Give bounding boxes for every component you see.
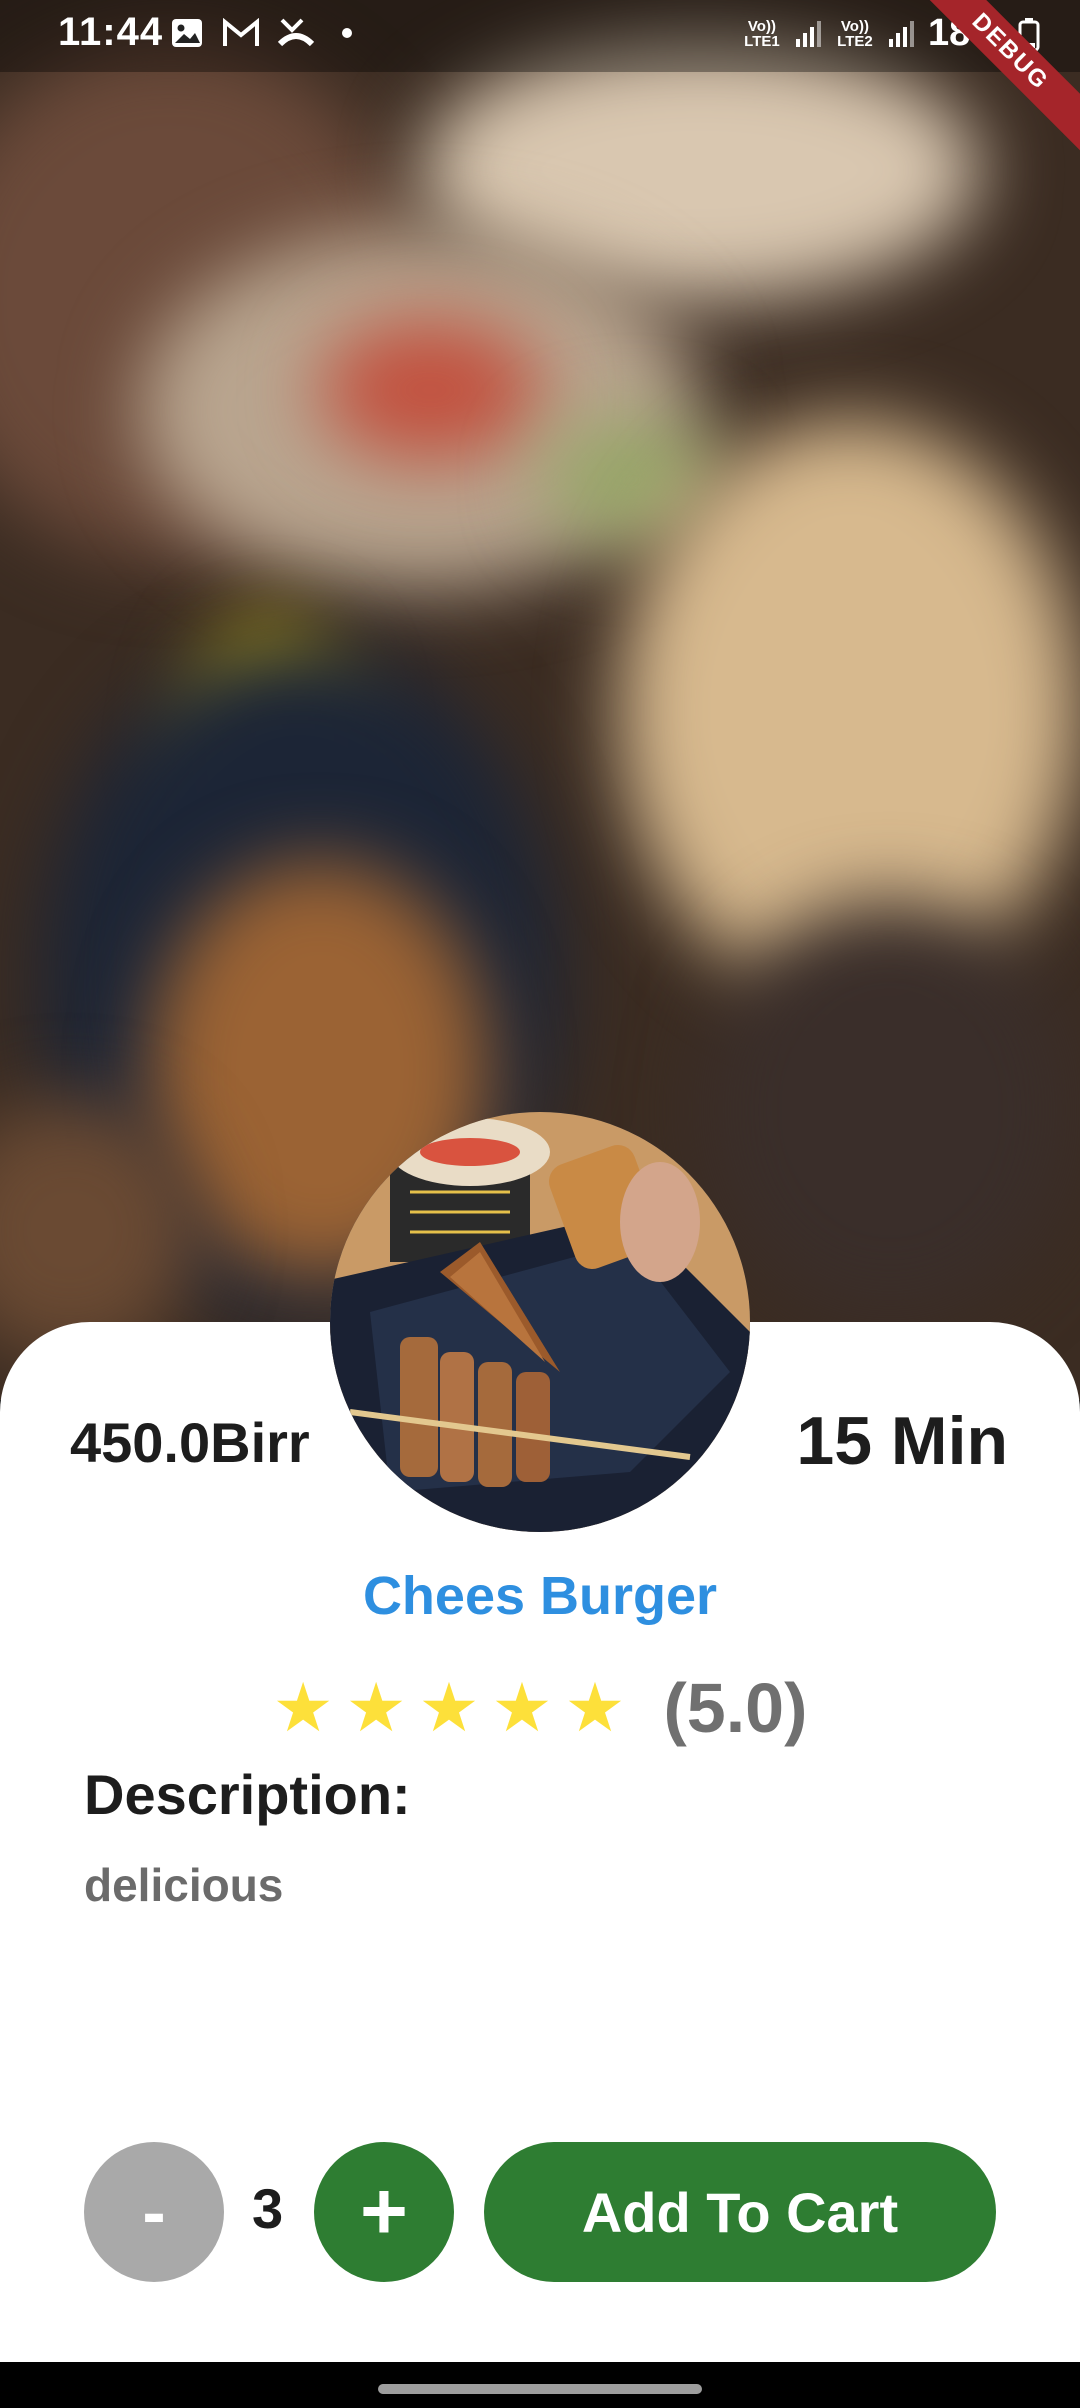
navigation-bar (0, 2362, 1080, 2408)
star-icon: ★ (272, 1670, 334, 1746)
gallery-icon (172, 19, 202, 47)
rating-value: (5.0) (663, 1669, 808, 1747)
dot-icon (342, 28, 352, 38)
status-bar: 11:44 Vo)) LTE1 Vo)) LTE2 18% (0, 0, 1080, 72)
status-time: 11:44 (58, 10, 164, 54)
star-icon: ★ (345, 1670, 407, 1746)
sim2-label: Vo)) LTE2 (837, 17, 873, 50)
product-name: Chees Burger (362, 1566, 718, 1626)
decrease-quantity-button[interactable]: - (84, 2142, 224, 2282)
gmail-icon (223, 18, 259, 46)
signal-icon (795, 20, 821, 47)
add-to-cart-button[interactable]: Add To Cart (484, 2142, 996, 2282)
star-icon: ★ (418, 1670, 480, 1746)
home-gesture-handle[interactable] (378, 2384, 702, 2394)
increase-quantity-button[interactable]: + (314, 2142, 454, 2282)
food-image (330, 1112, 750, 1532)
description-text: delicious (84, 1859, 284, 1911)
star-icon: ★ (491, 1670, 553, 1746)
missed-call-icon (278, 18, 314, 47)
star-icon: ★ (564, 1670, 626, 1746)
prep-time-label: 15 Min (796, 1403, 1008, 1479)
quantity-value: 3 (252, 2177, 284, 2240)
rating-row: ★ ★ ★ ★ ★ (5.0) (0, 1668, 1080, 1748)
sim1-label: Vo)) LTE1 (744, 17, 780, 50)
description-label: Description: (84, 1763, 411, 1826)
price-label: 450.0Birr (70, 1411, 310, 1474)
signal-icon (888, 20, 914, 47)
